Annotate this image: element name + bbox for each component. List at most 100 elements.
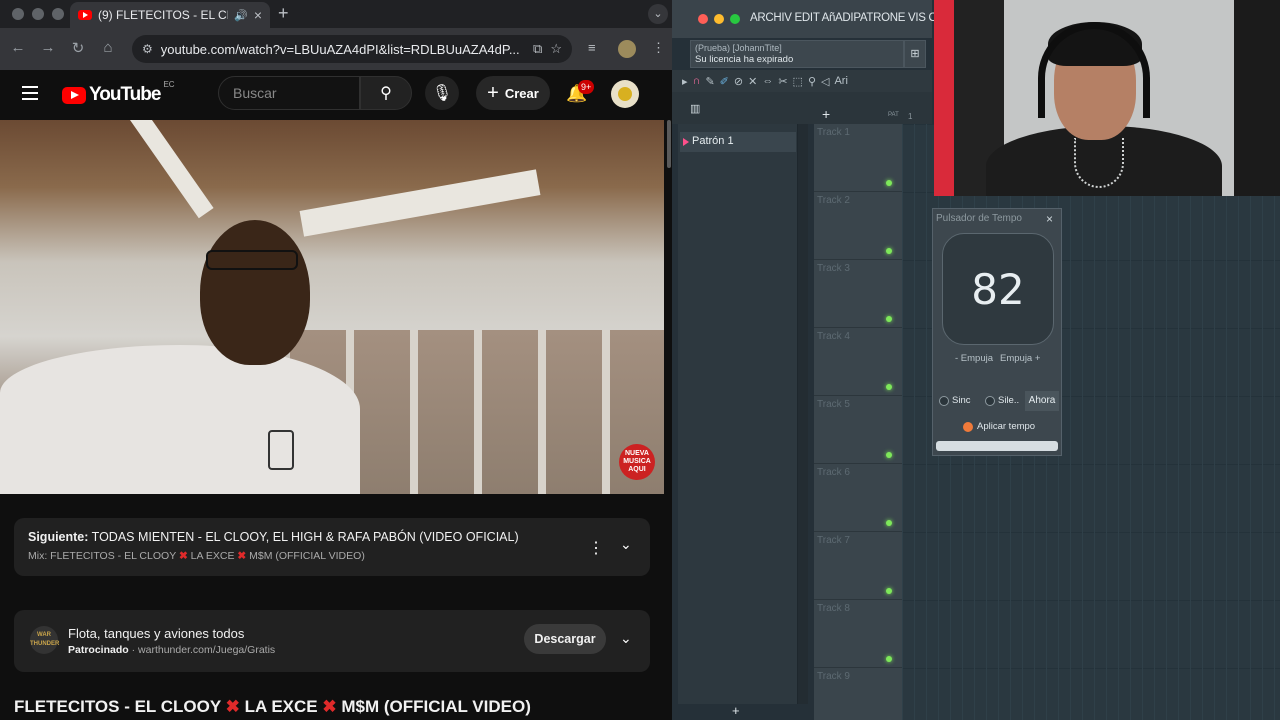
url-text: youtube.com/watch?v=LBUuAZA4dPI&list=RDL… (160, 41, 520, 57)
track-header[interactable]: Track 3 (814, 260, 902, 328)
track-mute-led[interactable] (886, 248, 892, 254)
track-name: Track 8 (817, 603, 850, 614)
nudge-minus-button[interactable]: - Empuja (955, 353, 993, 364)
track-header[interactable]: Track 9 (814, 668, 902, 720)
track-header[interactable]: Track 6 (814, 464, 902, 532)
channel-watermark[interactable]: NUEVA MUSICA AQUI (619, 444, 655, 480)
bookmark-star-icon[interactable]: ☆ (550, 41, 562, 57)
piano-icon[interactable]: ▥ (690, 102, 700, 115)
search-button[interactable]: ⚲ (360, 76, 412, 110)
back-button[interactable]: ← (8, 39, 28, 56)
now-button[interactable]: Ahora (1025, 391, 1059, 411)
delete-icon[interactable]: ⊘ (734, 75, 743, 88)
fl-zoom-button[interactable] (730, 14, 740, 24)
play-arrow-icon[interactable]: ▸ (682, 75, 688, 88)
track-header[interactable]: Track 5 (814, 396, 902, 464)
youtube-logo[interactable]: YouTube EC (62, 80, 175, 106)
track-header[interactable]: Track 4 (814, 328, 902, 396)
window-zoom-button[interactable] (52, 8, 64, 20)
track-mute-led[interactable] (886, 384, 892, 390)
webcam-overlay (934, 0, 1280, 196)
slice-icon[interactable]: ✂ (778, 75, 787, 88)
mute-icon[interactable]: ✕ (748, 75, 757, 88)
microphone-icon: 🎙 (431, 85, 453, 102)
apply-radio[interactable] (963, 421, 973, 432)
tempo-progress-bar (936, 441, 1058, 451)
forward-button[interactable]: → (38, 39, 58, 56)
video-player[interactable]: NUEVA MUSICA AQUI (0, 120, 664, 494)
silent-option[interactable]: Sile.. (985, 395, 1019, 406)
account-avatar[interactable] (611, 80, 639, 108)
chevron-down-icon[interactable]: ⌄ (620, 630, 632, 647)
ceiling-beam (299, 169, 541, 237)
track-mute-led[interactable] (886, 452, 892, 458)
playback-icon[interactable]: ◁ (821, 75, 829, 88)
browser-menu-icon[interactable]: ⋮ (652, 40, 665, 56)
profile-avatar[interactable] (618, 40, 636, 58)
tempo-title: Pulsador de Tempo (936, 213, 1022, 224)
address-bar[interactable]: ⚙ youtube.com/watch?v=LBUuAZA4dPI&list=R… (132, 35, 572, 63)
zoom-icon[interactable]: ⚲ (808, 75, 816, 88)
track-mute-led[interactable] (886, 180, 892, 186)
notification-badge: 9+ (578, 80, 595, 94)
mix-end: M$M (OFFICIAL VIDEO) (249, 550, 365, 562)
browser-tab[interactable]: (9) FLETECITOS - EL CLO 🔊 × (70, 2, 270, 28)
silent-label: Sile.. (998, 395, 1020, 406)
track-header[interactable]: Track 1 (814, 124, 902, 192)
tool-label[interactable]: Ari (834, 75, 847, 87)
home-button[interactable]: ⌂ (98, 39, 118, 56)
paint-icon[interactable]: ✐ (720, 75, 729, 88)
pencil-icon[interactable]: ✎ (705, 75, 714, 88)
up-next-card[interactable]: Siguiente: TODAS MIENTEN - EL CLOOY, EL … (14, 518, 650, 576)
create-button[interactable]: + Crear (476, 76, 550, 110)
window-minimize-button[interactable] (32, 8, 44, 20)
add-pattern-icon[interactable]: + (822, 106, 830, 122)
pattern-scrollbar[interactable] (798, 124, 808, 704)
apply-tempo-option[interactable]: Aplicar tempo (963, 421, 1035, 432)
sponsored-card[interactable]: WAR THUNDER Flota, tanques y aviones tod… (14, 610, 650, 672)
tab-title: (9) FLETECITOS - EL CLO (98, 8, 228, 22)
reload-button[interactable]: ↻ (68, 39, 88, 57)
slip-icon[interactable]: ⇔ (762, 75, 773, 87)
magnet-icon[interactable]: ∩ (693, 75, 701, 87)
close-tab-icon[interactable]: × (254, 7, 262, 23)
pattern-item[interactable]: Patrón 1 (680, 132, 796, 152)
new-tab-button[interactable]: + (278, 3, 289, 24)
search-input[interactable]: Buscar (218, 76, 360, 110)
fl-close-button[interactable] (698, 14, 708, 24)
speaker-icon[interactable]: 🔊 (234, 9, 248, 22)
browser-window: (9) FLETECITOS - EL CLO 🔊 × + ⌄ ← → ↻ ⌂ … (0, 0, 672, 720)
track-mute-led[interactable] (886, 316, 892, 322)
track-header[interactable]: Track 2 (814, 192, 902, 260)
sync-option[interactable]: Sinc (939, 395, 970, 406)
fl-snap-icon[interactable]: ⊞ (904, 40, 926, 68)
tap-pad[interactable]: 82 (942, 233, 1054, 345)
track-header[interactable]: Track 7 (814, 532, 902, 600)
select-icon[interactable]: ⬚ (793, 75, 803, 88)
install-icon[interactable]: ⧉ (533, 41, 542, 57)
close-icon[interactable]: × (1046, 212, 1053, 226)
sync-radio[interactable] (939, 395, 949, 406)
track-mute-led[interactable] (886, 656, 892, 662)
chevron-down-icon[interactable]: ⌄ (620, 536, 632, 553)
track-mute-led[interactable] (886, 520, 892, 526)
window-close-button[interactable] (12, 8, 24, 20)
reading-list-icon[interactable]: ≡ (588, 40, 596, 55)
silent-radio[interactable] (985, 395, 995, 406)
track-header[interactable]: Track 8 (814, 600, 902, 668)
cross-mark-icon: ✖ (225, 697, 240, 716)
download-button[interactable]: Descargar (524, 624, 606, 654)
advertiser-logo: WAR THUNDER (30, 626, 59, 654)
add-track-icon[interactable]: + (732, 703, 740, 718)
page-scrollbar[interactable] (667, 120, 671, 168)
menu-icon[interactable] (22, 86, 38, 100)
more-options-icon[interactable]: ⋮ (588, 538, 604, 558)
site-info-icon[interactable]: ⚙ (142, 42, 153, 56)
shirt-logo (268, 430, 294, 470)
search-icon: ⚲ (380, 85, 392, 102)
voice-search-button[interactable]: 🎙 (425, 76, 459, 110)
track-mute-led[interactable] (886, 588, 892, 594)
fl-minimize-button[interactable] (714, 14, 724, 24)
nudge-plus-button[interactable]: Empuja + (1000, 353, 1040, 364)
tab-search-button[interactable]: ⌄ (648, 4, 668, 24)
